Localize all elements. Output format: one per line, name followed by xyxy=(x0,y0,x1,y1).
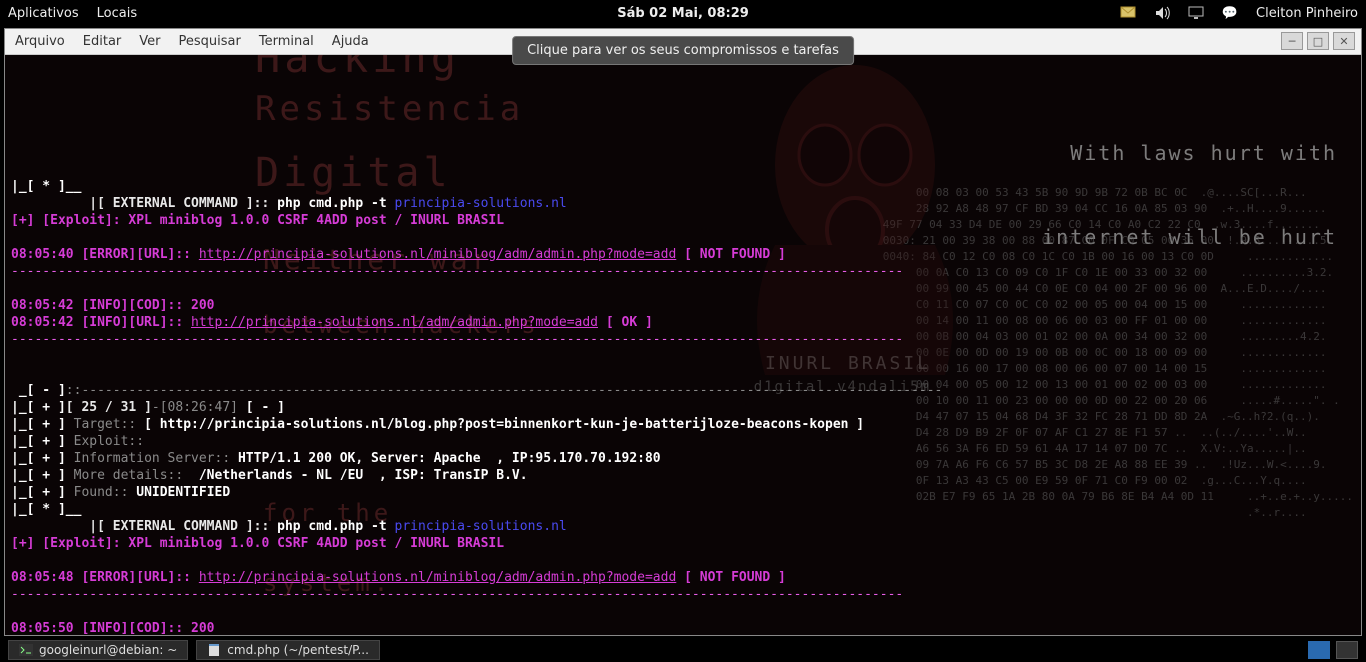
places-menu[interactable]: Locais xyxy=(97,6,137,21)
chat-icon[interactable]: 💬 xyxy=(1222,5,1238,21)
maximize-button[interactable]: □ xyxy=(1307,32,1329,50)
applications-menu[interactable]: Aplicativos xyxy=(8,6,79,21)
clock[interactable]: Sáb 02 Mai, 08:29 xyxy=(617,6,749,21)
minimize-button[interactable]: ─ xyxy=(1281,32,1303,50)
close-button[interactable]: ✕ xyxy=(1333,32,1355,50)
gnome-top-panel: Aplicativos Locais Sáb 02 Mai, 08:29 💬 C… xyxy=(0,0,1366,26)
menu-view[interactable]: Ver xyxy=(139,34,160,49)
display-icon[interactable] xyxy=(1188,5,1204,21)
menu-search[interactable]: Pesquisar xyxy=(179,34,241,49)
volume-icon[interactable] xyxy=(1154,5,1170,21)
editor-icon xyxy=(207,644,221,656)
menu-edit[interactable]: Editar xyxy=(83,34,122,49)
bottom-taskbar: googleinurl@debian: ~ cmd.php (~/pentest… xyxy=(0,638,1366,662)
menu-terminal[interactable]: Terminal xyxy=(259,34,314,49)
terminal-output: |_[ * ]__ |[ EXTERNAL COMMAND ]:: php cm… xyxy=(11,161,1355,635)
terminal-viewport[interactable]: Hacking Resistencia Digital Neither war … xyxy=(5,55,1361,635)
terminal-window: ─ □ ✕ Arquivo Editar Ver Pesquisar Termi… xyxy=(4,28,1362,636)
user-menu[interactable]: Cleiton Pinheiro xyxy=(1256,6,1358,21)
menu-help[interactable]: Ajuda xyxy=(332,34,369,49)
terminal-icon xyxy=(19,644,33,656)
task-editor[interactable]: cmd.php (~/pentest/P... xyxy=(196,640,380,660)
notification-icon[interactable] xyxy=(1120,5,1136,21)
workspace-switcher[interactable] xyxy=(1308,641,1358,659)
menu-file[interactable]: Arquivo xyxy=(15,34,65,49)
clock-tooltip: Clique para ver os seus compromissos e t… xyxy=(512,36,854,65)
task-terminal[interactable]: googleinurl@debian: ~ xyxy=(8,640,188,660)
